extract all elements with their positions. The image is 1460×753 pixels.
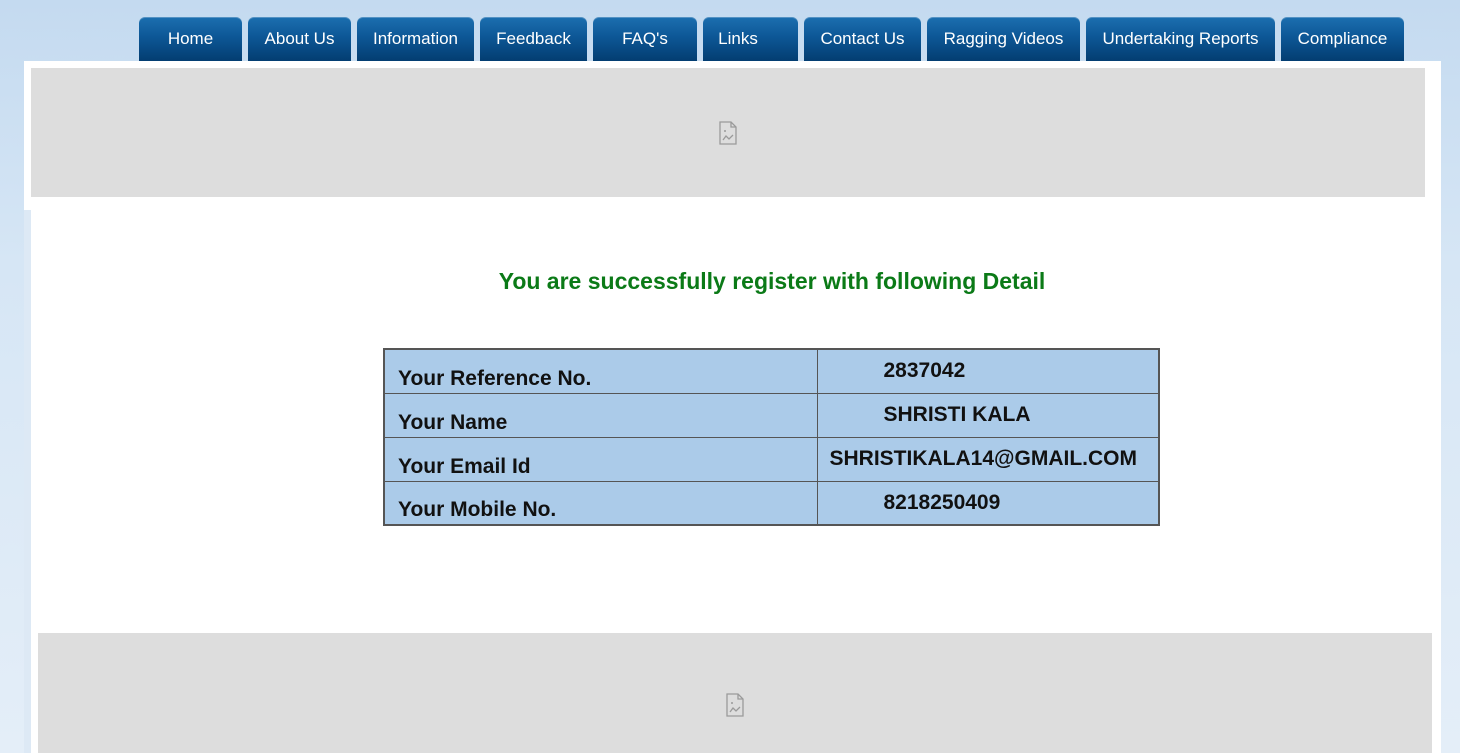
tab-undertaking-reports-label: Undertaking Reports — [1102, 29, 1259, 48]
mobile-no-label: Your Mobile No. — [383, 480, 818, 526]
broken-image-icon — [718, 120, 738, 145]
table-row: Your Mobile No. 8218250409 — [383, 480, 1160, 526]
tab-compliance[interactable]: Compliance — [1281, 17, 1404, 61]
main-nav: Home About Us Information Feedback FAQ's… — [139, 17, 1404, 61]
table-row: Your Reference No. 2837042 — [383, 348, 1160, 394]
tab-faqs[interactable]: FAQ's — [593, 17, 697, 61]
email-value: SHRISTIKALA14@GMAIL.COM — [816, 436, 1160, 482]
name-label: Your Name — [383, 392, 818, 438]
mobile-no-value: 8218250409 — [816, 480, 1160, 526]
name-value: SHRISTI KALA — [816, 392, 1160, 438]
tab-feedback-label: Feedback — [496, 29, 571, 48]
header-banner-image — [31, 68, 1425, 197]
reference-no-value: 2837042 — [816, 348, 1160, 394]
tab-information-label: Information — [372, 29, 459, 48]
table-row: Your Name SHRISTI KALA — [383, 392, 1160, 438]
tab-faqs-label: FAQ's — [622, 29, 668, 48]
reference-no-label: Your Reference No. — [383, 348, 818, 394]
tab-ragging-videos-label: Ragging Videos — [943, 29, 1064, 48]
tab-links-label: Links — [718, 29, 758, 48]
tab-home[interactable]: Home — [139, 17, 242, 61]
success-message: You are successfully register with follo… — [498, 268, 1046, 294]
tab-about-us[interactable]: About Us — [248, 17, 351, 61]
tab-about-us-label: About Us — [264, 29, 335, 48]
tab-information[interactable]: Information — [357, 17, 474, 61]
tab-links[interactable]: Links — [703, 17, 798, 61]
tab-feedback[interactable]: Feedback — [480, 17, 587, 61]
tab-ragging-videos[interactable]: Ragging Videos — [927, 17, 1080, 61]
content-panel: You are successfully register with follo… — [24, 61, 1441, 753]
footer-banner-image — [38, 633, 1432, 753]
registration-details-table: Your Reference No. 2837042 Your Name SHR… — [383, 348, 1160, 526]
tab-undertaking-reports[interactable]: Undertaking Reports — [1086, 17, 1275, 61]
tab-contact-us[interactable]: Contact Us — [804, 17, 921, 61]
tab-compliance-label: Compliance — [1297, 29, 1388, 48]
email-label: Your Email Id — [383, 436, 818, 482]
table-row: Your Email Id SHRISTIKALA14@GMAIL.COM — [383, 436, 1160, 482]
broken-image-icon — [725, 693, 745, 717]
tab-contact-us-label: Contact Us — [820, 29, 905, 48]
tab-home-label: Home — [167, 29, 214, 48]
